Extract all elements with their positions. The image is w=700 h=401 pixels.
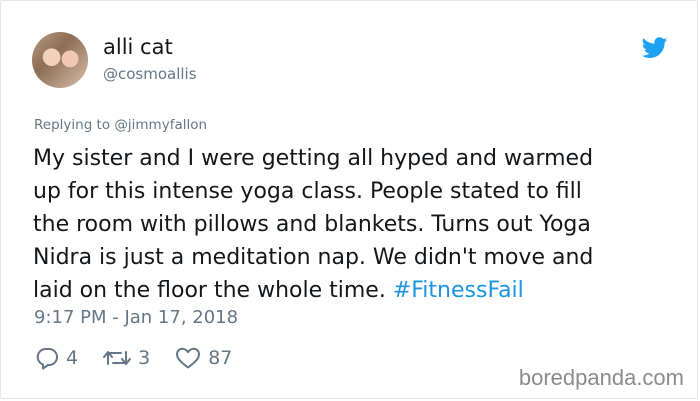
like-count: 87 xyxy=(208,347,233,369)
tweet-text-line: Nidra is just a meditation nap. We didn'… xyxy=(33,245,594,270)
tweet-text-line: the room with pillows and blankets. Turn… xyxy=(33,212,591,237)
reply-button[interactable]: 4 xyxy=(34,346,78,370)
tweet-text-line: laid on the floor the whole time. xyxy=(33,278,386,303)
action-bar: 4 3 87 xyxy=(34,344,256,372)
tweet-timestamp[interactable]: 9:17 PM - Jan 17, 2018 xyxy=(34,307,238,328)
like-heart-icon xyxy=(176,347,201,369)
tweet-card: alli cat @cosmoallis Replying to @jimmyf… xyxy=(0,0,698,399)
hashtag-link[interactable]: #FitnessFail xyxy=(393,278,524,303)
twitter-bird-icon[interactable] xyxy=(642,37,668,59)
retweet-icon xyxy=(103,351,132,365)
retweet-button[interactable]: 3 xyxy=(102,346,150,370)
tweet-text-line-last: laid on the floor the whole time. #Fitne… xyxy=(33,274,673,307)
reply-icon xyxy=(36,348,58,370)
watermark: boredpanda.com xyxy=(518,365,684,390)
avatar[interactable] xyxy=(32,32,88,88)
tweet-text-line: My sister and I were getting all hyped a… xyxy=(33,146,594,171)
author-display-name[interactable]: alli cat xyxy=(103,35,173,59)
replying-to: Replying to @jimmyfallon xyxy=(34,117,208,133)
reply-count: 4 xyxy=(66,347,79,369)
tweet-text-line: up for this intense yoga class. People s… xyxy=(33,179,582,204)
tweet-text: My sister and I were getting all hyped a… xyxy=(33,142,673,307)
retweet-count: 3 xyxy=(138,347,151,369)
like-button[interactable]: 87 xyxy=(174,346,232,370)
author-handle[interactable]: @cosmoallis xyxy=(103,65,197,83)
